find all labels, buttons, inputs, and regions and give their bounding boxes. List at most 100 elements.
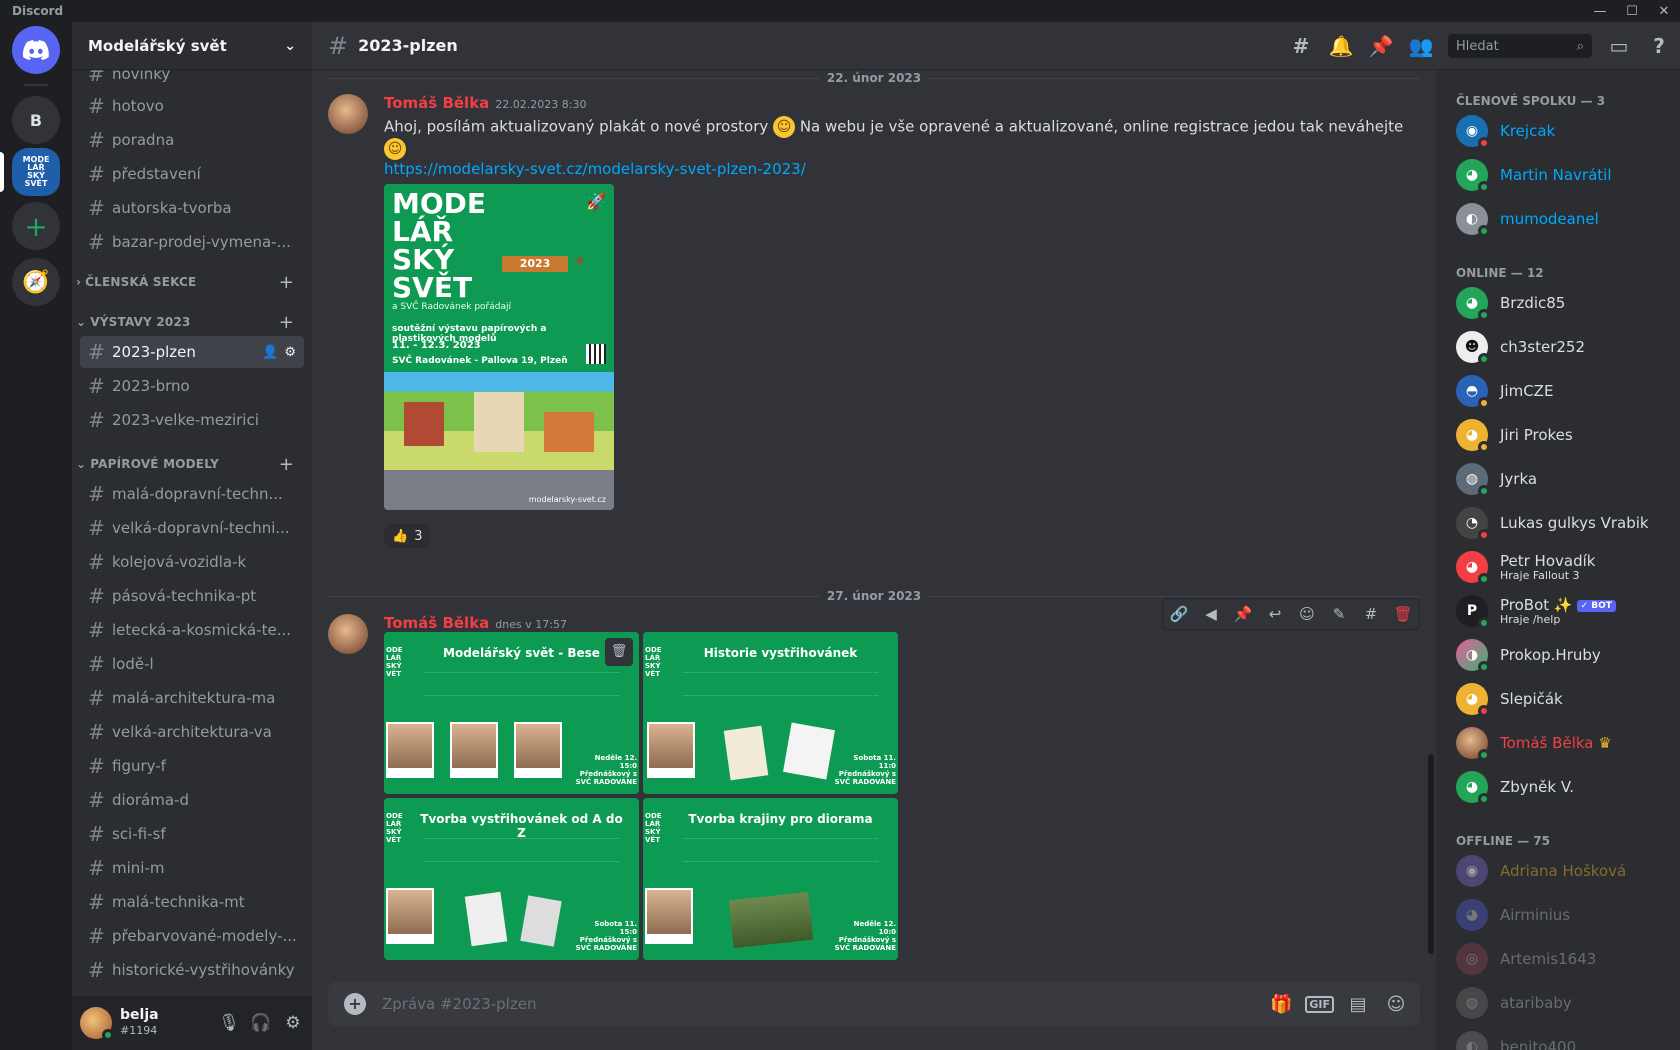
member-item[interactable]: ◕ Martin Navrátil xyxy=(1444,154,1672,196)
member-item[interactable]: ◓ JimCZE xyxy=(1444,370,1672,412)
reaction-thumbs-up[interactable]: 👍 3 xyxy=(384,524,431,548)
maximize-icon[interactable]: ☐ xyxy=(1616,0,1648,22)
hash-icon: # xyxy=(88,374,105,398)
gift-icon[interactable]: 🎁 xyxy=(1267,994,1295,1015)
channel-2023-brno[interactable]: #2023-brno xyxy=(80,370,304,402)
help-icon[interactable]: ? xyxy=(1646,34,1672,58)
category-vystavy-2023[interactable]: ⌄ VÝSTAVY 2023 + xyxy=(72,310,312,334)
member-item[interactable]: Tomáš Bělka ♛ xyxy=(1444,722,1672,764)
slide-image[interactable]: ODE LÁŘ SKÝ VĚT Modelářský svět - Bese 🗑… xyxy=(384,632,639,794)
member-item[interactable]: ◕ Petr Hovadík Hraje Fallout 3 xyxy=(1444,546,1672,588)
member-item[interactable]: ◍ Jyrka xyxy=(1444,458,1672,500)
member-item[interactable]: ◕ Zbyněk V. xyxy=(1444,766,1672,808)
gif-button[interactable]: GIF xyxy=(1305,995,1334,1013)
hash-icon: # xyxy=(328,31,349,60)
slide-image[interactable]: ODE LÁŘ SKÝ VĚT Tvorba krajiny pro diora… xyxy=(643,798,898,960)
search-input[interactable]: Hledat ⌕ xyxy=(1448,34,1592,58)
member-item[interactable]: ◐ benito400 xyxy=(1444,1026,1672,1050)
user-tag: #1194 xyxy=(120,1024,158,1037)
headphones-icon[interactable]: 🎧 xyxy=(248,1013,274,1033)
channel-item[interactable]: # dioráma-d xyxy=(80,784,304,816)
member-item[interactable]: ◎ Artemis1643 xyxy=(1444,938,1672,980)
gear-icon[interactable]: ⚙ xyxy=(284,345,296,360)
add-channel-icon[interactable]: + xyxy=(279,312,294,333)
gear-icon[interactable]: ⚙ xyxy=(280,1013,306,1033)
slide-image[interactable]: ODE LÁŘ SKÝ VĚT Tvorba vystřihovánek od … xyxy=(384,798,639,960)
member-item[interactable]: ◍ ataribaby xyxy=(1444,982,1672,1024)
member-item[interactable]: ◐ mumodeanel xyxy=(1444,198,1672,240)
message-timestamp: dnes v 17:57 xyxy=(495,618,567,631)
channel-item[interactable]: # historické-vystřihovánky xyxy=(80,954,304,978)
member-item[interactable]: ◕ Slepičák xyxy=(1444,678,1672,720)
bell-icon[interactable]: 🔔 xyxy=(1328,34,1354,58)
trash-icon[interactable]: 🗑 xyxy=(605,638,633,666)
channel-hotovo[interactable]: # hotovo xyxy=(80,90,304,122)
sticker-icon[interactable]: ▤ xyxy=(1344,994,1372,1015)
member-item[interactable]: ◕ Brzdic85 xyxy=(1444,282,1672,324)
message-input[interactable]: Zpráva #2023-plzen xyxy=(382,995,536,1013)
channel-2023-plzen[interactable]: #2023-plzen 👤 ⚙ xyxy=(80,336,304,368)
channel-item[interactable]: # figury-f xyxy=(80,750,304,782)
channel-predstaveni[interactable]: # představení xyxy=(80,158,304,190)
channel-item[interactable]: # velká-dopravní-techni... xyxy=(80,512,304,544)
explore-compass-icon[interactable]: 🧭 xyxy=(12,258,60,306)
avatar[interactable] xyxy=(328,614,368,654)
channel-item[interactable]: # pásová-technika-pt xyxy=(80,580,304,612)
inbox-icon[interactable]: ▭ xyxy=(1606,34,1632,58)
category-papirove-modely[interactable]: ⌄ PAPÍROVÉ MODELY + xyxy=(72,452,312,476)
member-list-icon[interactable]: 👥 xyxy=(1408,34,1434,58)
category-clenska-sekce[interactable]: › ČLENSKÁ SEKCE + xyxy=(72,270,312,294)
minimize-icon[interactable]: — xyxy=(1584,0,1616,22)
member-item[interactable]: ◕ Jiri Prokes xyxy=(1444,414,1672,456)
channel-bazar[interactable]: # bazar-prodej-vymena-... xyxy=(80,226,304,258)
emoji-icon[interactable]: ☺ xyxy=(1382,994,1410,1015)
channel-item[interactable]: # malá-technika-mt xyxy=(80,886,304,918)
member-item[interactable]: ◔ Lukas gulkys Vrabik xyxy=(1444,502,1672,544)
invite-icon[interactable]: 👤 xyxy=(262,345,278,360)
plane-icon: ✈ xyxy=(574,254,586,270)
channel-item[interactable]: # sci-fi-sf xyxy=(80,818,304,850)
add-channel-icon[interactable]: + xyxy=(279,272,294,293)
channel-item[interactable]: # přebarvované-modely-... xyxy=(80,920,304,952)
channel-item[interactable]: # lodě-l xyxy=(80,648,304,680)
poster-image[interactable]: MODE LÁŘ SKÝ SVĚT 🚀 2023 ✈ a SVČ Radován… xyxy=(384,184,614,510)
avatar[interactable] xyxy=(328,94,368,134)
member-item[interactable]: ◕ Airminius xyxy=(1444,894,1672,936)
add-server-icon[interactable]: + xyxy=(12,202,60,250)
close-icon[interactable]: ✕ xyxy=(1648,0,1680,22)
channel-item[interactable]: # mini-m xyxy=(80,852,304,884)
server-header[interactable]: Modelářský svět ⌄ xyxy=(72,22,312,70)
member-item[interactable]: P ProBot ✨ ✓ BOT Hraje /help xyxy=(1444,590,1672,632)
threads-icon[interactable]: # xyxy=(1288,34,1314,58)
avatar: ◉ xyxy=(1456,115,1490,149)
message-author[interactable]: Tomáš Bělka dnes v 17:57 xyxy=(384,614,567,632)
message-composer[interactable]: + Zpráva #2023-plzen 🎁 GIF ▤ ☺ xyxy=(328,982,1420,1026)
pin-icon[interactable]: 📌 xyxy=(1368,34,1394,58)
channel-item[interactable]: # velká-architektura-va xyxy=(80,716,304,748)
avatar[interactable] xyxy=(80,1007,114,1041)
channel-2023-velke-mezirici[interactable]: #2023-velke-mezirici xyxy=(80,404,304,436)
scrollbar[interactable] xyxy=(1428,754,1434,954)
channel-item[interactable]: # kolejová-vozidla-k xyxy=(80,546,304,578)
channel-novinky[interactable]: # novinky xyxy=(80,70,304,90)
add-channel-icon[interactable]: + xyxy=(279,454,294,475)
slide-image[interactable]: ODE LÁŘ SKÝ VĚT Historie vystřihovánek S… xyxy=(643,632,898,794)
channel-item[interactable]: # malá-architektura-ma xyxy=(80,682,304,714)
channel-item[interactable]: # letecká-a-kosmická-te... xyxy=(80,614,304,646)
server-b-icon[interactable]: B xyxy=(12,96,60,144)
message-author[interactable]: Tomáš Bělka 22.02.2023 8:30 xyxy=(384,94,586,112)
message-link[interactable]: https://modelarsky-svet.cz/modelarsky-sv… xyxy=(384,160,806,178)
online-status-dot xyxy=(102,1029,114,1041)
modelarsky-svet-server-icon[interactable]: MODE LÁŘ SKÝ SVĚT xyxy=(12,148,60,196)
attach-plus-icon[interactable]: + xyxy=(344,993,366,1015)
message: Tomáš Bělka 22.02.2023 8:30 Ahoj, posílám… xyxy=(328,94,1420,554)
member-item[interactable]: ◉ Adriana Hošková xyxy=(1444,850,1672,892)
member-item[interactable]: ◑ Prokop.Hruby xyxy=(1444,634,1672,676)
member-item[interactable]: ☻ ch3ster252 xyxy=(1444,326,1672,368)
channel-poradna[interactable]: # poradna xyxy=(80,124,304,156)
channel-item[interactable]: # malá-dopravní-techn... xyxy=(80,478,304,510)
member-item[interactable]: ◉ Krejcak xyxy=(1444,110,1672,152)
channel-autorska-tvorba[interactable]: # autorska-tvorba xyxy=(80,192,304,224)
discord-home-icon[interactable] xyxy=(12,26,60,74)
microphone-icon[interactable]: 🎙 xyxy=(216,1013,242,1033)
